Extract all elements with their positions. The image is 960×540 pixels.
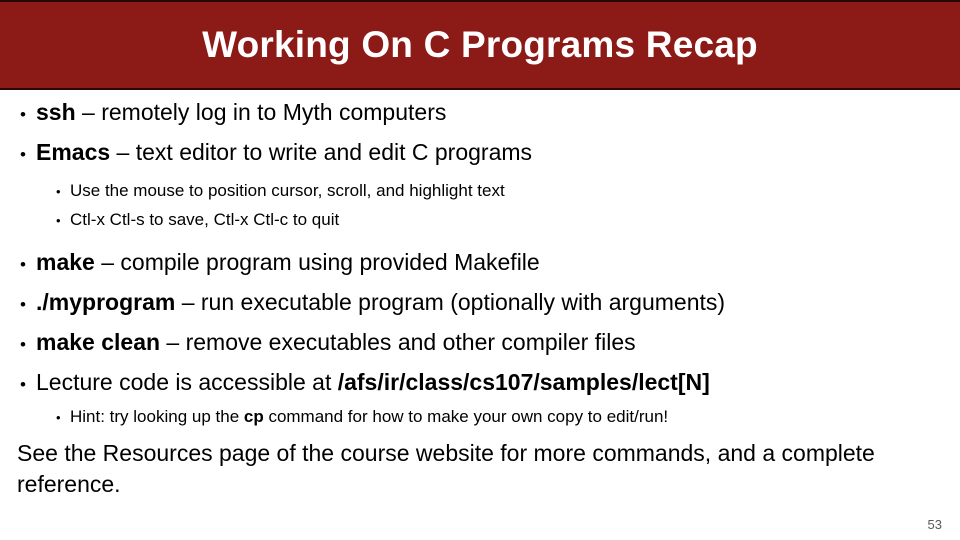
bullet-item: • ssh – remotely log in to Myth computers: [0, 92, 960, 132]
bullet-text: Emacs – text editor to write and edit C …: [36, 139, 533, 165]
bullet-item: • make – compile program using provided M…: [0, 242, 960, 282]
bullet-marker-icon: •: [20, 105, 26, 124]
slide-number: 53: [927, 517, 942, 532]
bullet-marker-icon: •: [20, 335, 26, 354]
bullet-marker-icon: •: [20, 255, 26, 274]
bullet-term: ./myprogram: [36, 289, 176, 315]
bullet-text: Ctl-x Ctl-s to save, Ctl-x Ctl-c to quit: [70, 210, 340, 229]
bullet-marker-icon: •: [56, 410, 61, 425]
bullet-text: make clean – remove executables and othe…: [36, 329, 636, 355]
bullet-term: cp: [243, 407, 264, 426]
bullet-term: /afs/ir/class/cs107/samples/lect[N]: [337, 369, 710, 395]
slide-body: • ssh – remotely log in to Myth computers…: [0, 92, 960, 431]
bullet-item: • Hint: try looking up the cp command for…: [0, 402, 960, 431]
slide-title-banner: Working On C Programs Recap: [0, 0, 960, 90]
bullet-text: Lecture code is accessible at /afs/ir/cl…: [36, 369, 710, 395]
bullet-item: • Lecture code is accessible at /afs/ir/c…: [0, 362, 960, 402]
bullet-item: • ./myprogram – run executable program (o…: [0, 282, 960, 322]
closing-paragraph: See the Resources page of the course web…: [17, 440, 875, 497]
bullet-marker-icon: •: [56, 184, 61, 199]
bullet-item: • Emacs – text editor to write and edit C…: [0, 132, 960, 172]
bullet-term: ssh: [36, 99, 76, 125]
bullet-term: make clean: [36, 329, 161, 355]
bullet-term: Emacs: [36, 139, 111, 165]
bullet-text: Hint: try looking up the cp command for …: [70, 407, 669, 426]
bullet-item: • Use the mouse to position cursor, scrol…: [0, 176, 960, 205]
bullet-text: ssh – remotely log in to Myth computers: [36, 99, 447, 125]
bullet-marker-icon: •: [20, 295, 26, 314]
bullet-item: • Ctl-x Ctl-s to save, Ctl-x Ctl-c to qui…: [0, 205, 960, 234]
bullet-term: make: [36, 249, 95, 275]
page-title: Working On C Programs Recap: [202, 23, 758, 65]
bullet-list: • ssh – remotely log in to Myth computers…: [0, 92, 960, 431]
bullet-text: make – compile program using provided Ma…: [36, 249, 540, 275]
bullet-item: • make clean – remove executables and oth…: [0, 322, 960, 362]
bullet-marker-icon: •: [20, 375, 26, 394]
bullet-text: Use the mouse to position cursor, scroll…: [70, 181, 505, 200]
bullet-text: ./myprogram – run executable program (op…: [36, 289, 726, 315]
bullet-marker-icon: •: [56, 213, 61, 228]
bullet-marker-icon: •: [20, 145, 26, 164]
